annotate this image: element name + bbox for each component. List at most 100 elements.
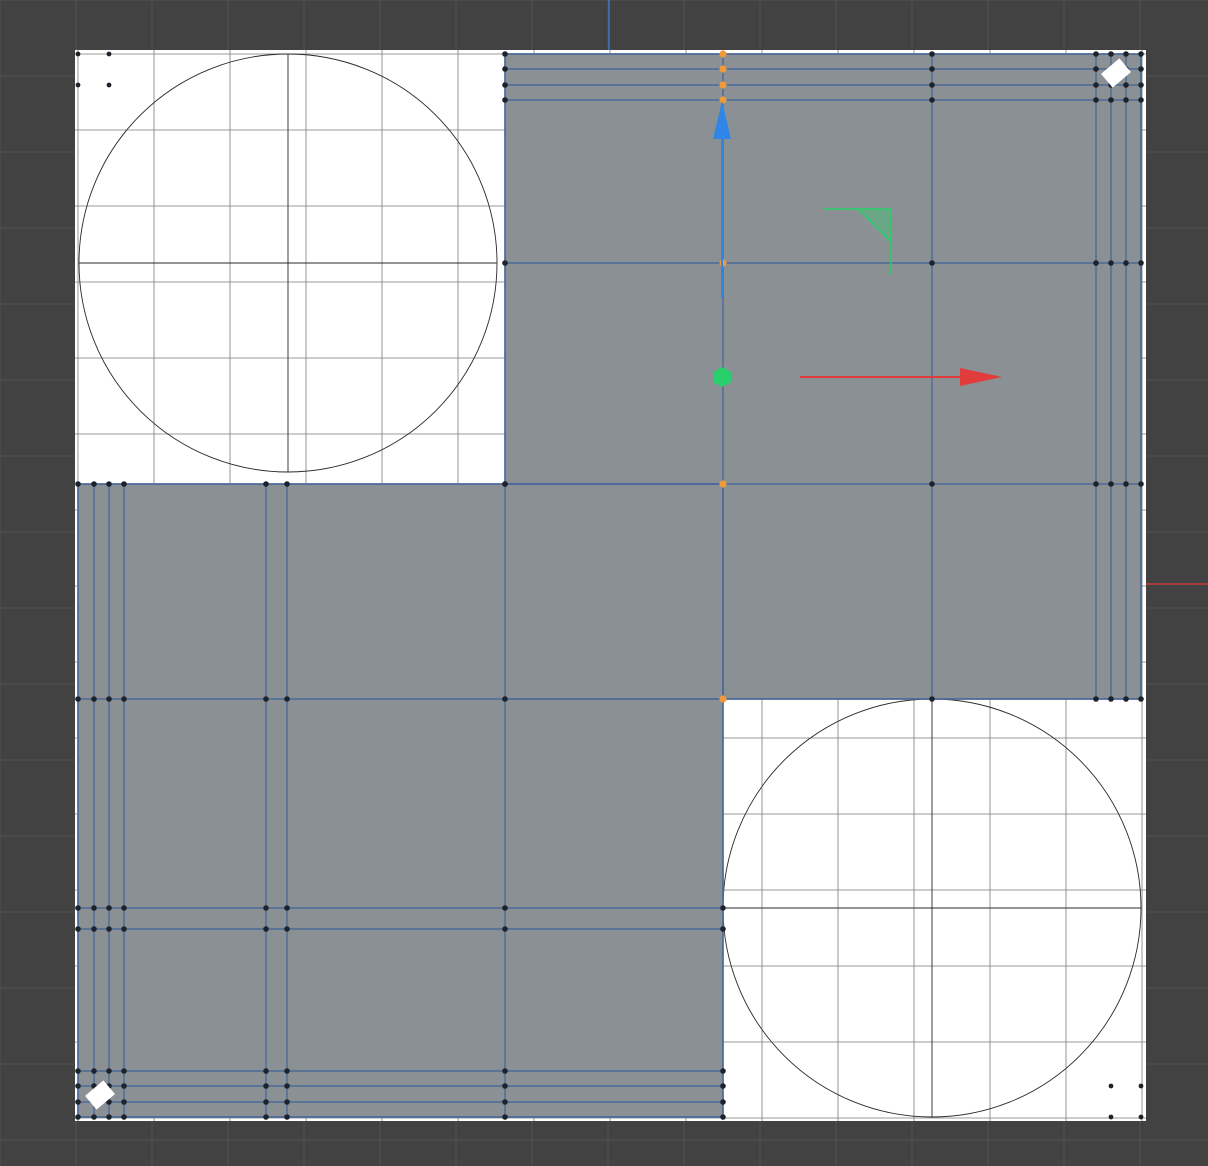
mesh-vertex — [1138, 82, 1144, 88]
mesh-vertex — [263, 1099, 269, 1105]
mesh-vertex — [929, 66, 935, 72]
mesh-vertex — [75, 905, 81, 911]
mesh-vertex — [75, 1083, 81, 1089]
mesh-vertex — [720, 1068, 726, 1074]
mesh-vertex — [502, 926, 508, 932]
mesh-vertex — [106, 51, 112, 57]
mesh-vertex — [720, 1083, 726, 1089]
mesh-vertex — [1093, 97, 1099, 103]
mesh-vertex — [75, 926, 81, 932]
mesh-vertex — [502, 97, 508, 103]
mesh-vertex — [1123, 696, 1129, 702]
mesh-vertex — [284, 1114, 290, 1120]
mesh-vertex — [1123, 97, 1129, 103]
mesh-vertex — [719, 96, 727, 104]
mesh-vertex — [502, 260, 508, 266]
mesh-vertex — [1138, 260, 1144, 266]
mesh-vertex — [121, 1083, 127, 1089]
mesh-vertex — [121, 1099, 127, 1105]
mesh-vertex — [502, 481, 508, 487]
mesh-vertex — [75, 696, 81, 702]
mesh-vertex — [719, 81, 727, 89]
mesh-vertex — [1093, 51, 1099, 57]
mesh-vertex — [720, 905, 726, 911]
mesh-vertex — [1108, 481, 1114, 487]
mesh-vertex — [1093, 260, 1099, 266]
mesh-vertex — [929, 696, 935, 702]
mesh-vertex — [121, 1068, 127, 1074]
mesh-vertex — [263, 905, 269, 911]
mesh-vertex — [91, 926, 97, 932]
uv-editor-viewport[interactable] — [0, 0, 1208, 1166]
mesh-vertex — [502, 1083, 508, 1089]
mesh-vertex — [263, 1114, 269, 1120]
mesh-vertex — [502, 696, 508, 702]
mesh-vertex — [263, 1068, 269, 1074]
mesh-vertex — [263, 696, 269, 702]
mesh-vertex — [284, 696, 290, 702]
mesh-vertex — [502, 1114, 508, 1120]
mesh-vertex — [284, 1099, 290, 1105]
mesh-vertex — [1138, 97, 1144, 103]
mesh-vertex — [284, 481, 290, 487]
mesh-vertex — [502, 82, 508, 88]
mesh-vertex — [75, 1114, 81, 1120]
mesh-vertex — [502, 66, 508, 72]
mesh-vertex — [929, 82, 935, 88]
mesh-vertex — [1108, 696, 1114, 702]
mesh-vertex — [929, 481, 935, 487]
mesh-vertex — [1138, 1083, 1144, 1089]
mesh-vertex — [106, 905, 112, 911]
mesh-vertex — [121, 905, 127, 911]
mesh-vertex — [106, 926, 112, 932]
mesh-vertex — [121, 481, 127, 487]
mesh-vertex — [121, 1114, 127, 1120]
mesh-vertex — [1123, 51, 1129, 57]
mesh-vertex — [929, 97, 935, 103]
mesh-vertex — [1108, 1083, 1114, 1089]
mesh-vertex — [719, 65, 727, 73]
mesh-vertex — [502, 1099, 508, 1105]
mesh-vertex — [1108, 51, 1114, 57]
mesh-vertex — [1138, 66, 1144, 72]
mesh-vertex — [91, 905, 97, 911]
mesh-vertex — [1138, 1114, 1144, 1120]
mesh-vertex — [91, 1068, 97, 1074]
mesh-vertex — [1123, 481, 1129, 487]
mesh-vertex — [121, 926, 127, 932]
mesh-vertex — [1093, 696, 1099, 702]
mesh-vertex — [720, 1114, 726, 1120]
mesh-vertex — [502, 1068, 508, 1074]
mesh-vertex — [720, 926, 726, 932]
mesh-vertex — [263, 926, 269, 932]
mesh-vertex — [75, 82, 81, 88]
mesh-vertex — [91, 696, 97, 702]
mesh-vertex — [91, 481, 97, 487]
mesh-vertex — [502, 905, 508, 911]
mesh-vertex — [121, 696, 127, 702]
mesh-vertex — [719, 50, 727, 58]
mesh-vertex — [1093, 82, 1099, 88]
uv-canvas[interactable] — [0, 0, 1208, 1166]
uv-island-lower[interactable] — [77, 483, 724, 1118]
mesh-vertex — [106, 481, 112, 487]
mesh-vertex — [720, 1099, 726, 1105]
mesh-vertex — [75, 1099, 81, 1105]
mesh-vertex — [1108, 97, 1114, 103]
mesh-vertex — [284, 905, 290, 911]
mesh-vertex — [1123, 82, 1129, 88]
mesh-vertex — [263, 1083, 269, 1089]
mesh-vertex — [929, 51, 935, 57]
mesh-vertex — [75, 1068, 81, 1074]
mesh-vertex — [106, 82, 112, 88]
mesh-vertex — [1123, 260, 1129, 266]
mesh-vertex — [106, 696, 112, 702]
mesh-vertex — [1138, 51, 1144, 57]
mesh-vertex — [929, 260, 935, 266]
mesh-vertex — [284, 1068, 290, 1074]
mesh-vertex — [1138, 481, 1144, 487]
mesh-vertex — [284, 926, 290, 932]
mesh-vertex — [75, 51, 81, 57]
mesh-vertex — [1093, 66, 1099, 72]
mesh-vertex — [502, 51, 508, 57]
